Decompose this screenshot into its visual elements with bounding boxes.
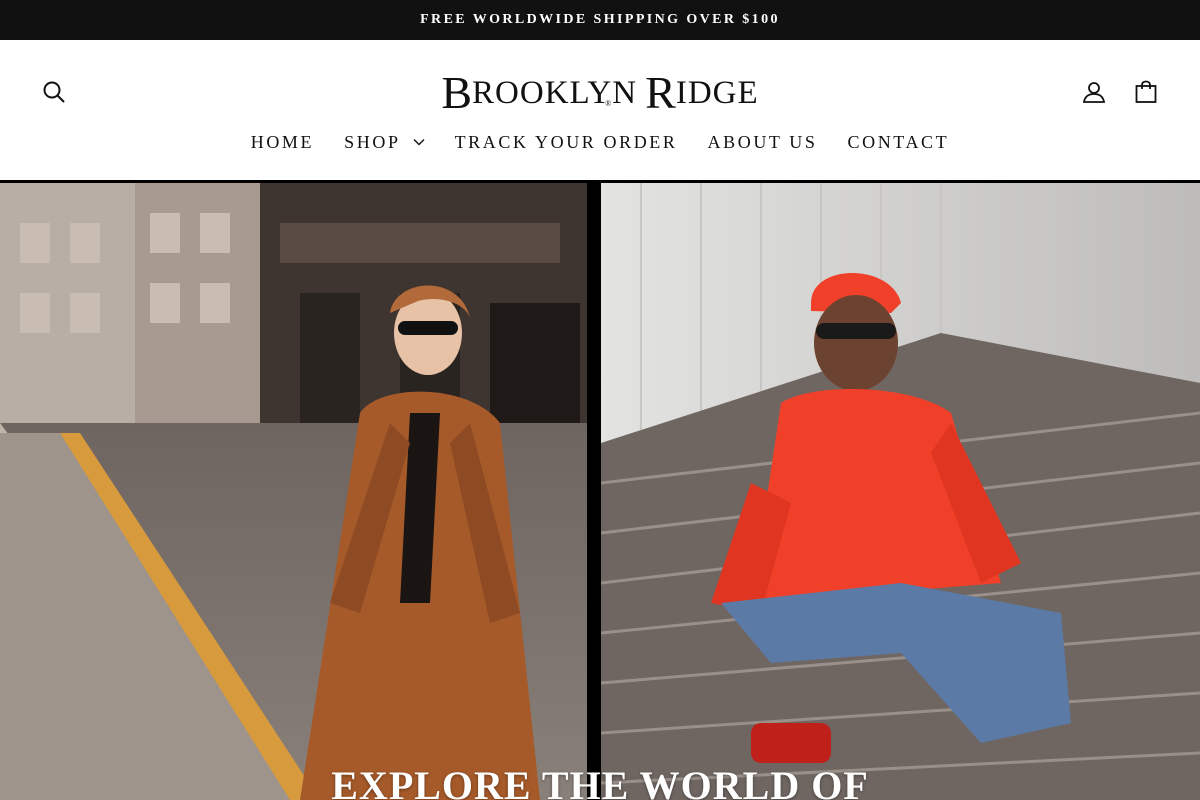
logo-text-rooklyn: ROOKLYN: [472, 74, 638, 111]
user-icon: [1082, 82, 1106, 103]
main-navigation: HOME SHOP TRACK YOUR ORDER ABOUT US CONT…: [0, 128, 1200, 156]
hero-heading: EXPLORE THE WORLD OF: [331, 763, 869, 800]
account-login-button[interactable]: [1078, 76, 1110, 108]
nav-item-contact[interactable]: CONTACT: [848, 132, 950, 153]
logo-text-idge: IDGE: [675, 74, 759, 111]
search-button[interactable]: [38, 76, 70, 108]
announcement-text: FREE WORLDWIDE SHIPPING OVER $100: [420, 12, 780, 27]
nav-item-track-order[interactable]: TRACK YOUR ORDER: [455, 132, 678, 153]
logo-letter-r: R: [645, 67, 676, 118]
shopping-bag-icon: [1135, 80, 1157, 103]
announcement-bar: FREE WORLDWIDE SHIPPING OVER $100: [0, 0, 1200, 40]
search-icon: [43, 81, 65, 103]
nav-item-about-us[interactable]: ABOUT US: [708, 132, 818, 153]
logo-letter-b: B: [441, 67, 473, 118]
brand-logo[interactable]: B ROOKLYN ® R IDGE: [428, 68, 772, 118]
cart-button[interactable]: [1130, 76, 1162, 108]
logo-registered-mark: ®: [605, 98, 612, 108]
nav-item-shop[interactable]: SHOP: [344, 131, 425, 153]
hero-banner[interactable]: EXPLORE THE WORLD OF: [0, 180, 1200, 800]
nav-label-shop: SHOP: [344, 131, 401, 152]
nav-label-home: HOME: [250, 131, 315, 152]
chevron-down-icon: [413, 138, 425, 146]
nav-label-about-us: ABOUT US: [707, 131, 818, 152]
hero-image-right: [601, 183, 1200, 800]
nav-label-contact: CONTACT: [847, 131, 950, 152]
nav-item-home[interactable]: HOME: [251, 132, 314, 153]
nav-label-track-order: TRACK YOUR ORDER: [454, 131, 678, 152]
hero-image-left: [0, 183, 587, 800]
site-header: B ROOKLYN ® R IDGE HOME SHOP TRACK YOUR ORDE…: [0, 40, 1200, 180]
